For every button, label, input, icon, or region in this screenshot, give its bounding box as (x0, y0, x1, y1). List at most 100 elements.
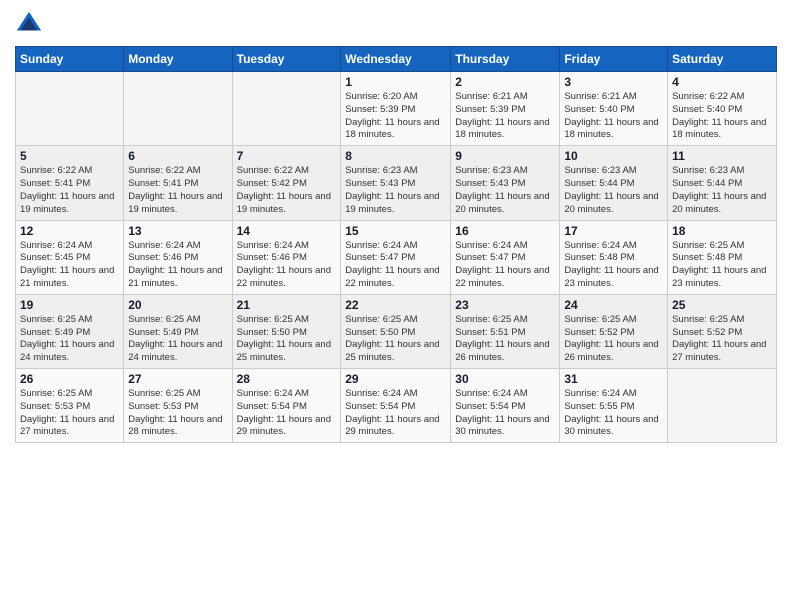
calendar-header-monday: Monday (124, 47, 232, 72)
header (15, 10, 777, 38)
calendar-cell: 25 Sunrise: 6:25 AMSunset: 5:52 PMDayligh… (668, 294, 777, 368)
calendar-cell (124, 72, 232, 146)
calendar-cell: 21 Sunrise: 6:25 AMSunset: 5:50 PMDayligh… (232, 294, 341, 368)
day-number: 9 (455, 149, 555, 163)
calendar-week-2: 5 Sunrise: 6:22 AMSunset: 5:41 PMDaylight… (16, 146, 777, 220)
day-info: Sunrise: 6:24 AMSunset: 5:48 PMDaylight:… (564, 240, 663, 291)
calendar-cell: 19Sunrise: 6:25 AMSunset: 5:49 PMDayligh… (16, 294, 124, 368)
calendar-header-friday: Friday (560, 47, 668, 72)
day-number: 26 (20, 372, 119, 386)
calendar-cell: 26 Sunrise: 6:25 AMSunset: 5:53 PMDayligh… (16, 369, 124, 443)
day-number: 3 (564, 75, 663, 89)
day-number: 2 (455, 75, 555, 89)
day-number: 28 (237, 372, 337, 386)
calendar-cell: 29Sunrise: 6:24 AMSunset: 5:54 PMDayligh… (341, 369, 451, 443)
calendar-cell: 16 Sunrise: 6:24 AMSunset: 5:47 PMDayligh… (451, 220, 560, 294)
calendar-cell: 20 Sunrise: 6:25 AMSunset: 5:49 PMDayligh… (124, 294, 232, 368)
calendar-cell: 4 Sunrise: 6:22 AMSunset: 5:40 PMDaylight… (668, 72, 777, 146)
day-info: Sunrise: 6:24 AMSunset: 5:46 PMDaylight:… (237, 240, 337, 291)
calendar-header-wednesday: Wednesday (341, 47, 451, 72)
calendar-cell: 17 Sunrise: 6:24 AMSunset: 5:48 PMDayligh… (560, 220, 668, 294)
day-info: Sunrise: 6:25 AMSunset: 5:52 PMDaylight:… (672, 314, 772, 365)
calendar-week-3: 12Sunrise: 6:24 AMSunset: 5:45 PMDayligh… (16, 220, 777, 294)
day-number: 16 (455, 224, 555, 238)
calendar-cell: 6 Sunrise: 6:22 AMSunset: 5:41 PMDaylight… (124, 146, 232, 220)
calendar-table: SundayMondayTuesdayWednesdayThursdayFrid… (15, 46, 777, 443)
calendar-cell: 2 Sunrise: 6:21 AMSunset: 5:39 PMDaylight… (451, 72, 560, 146)
calendar-cell: 3 Sunrise: 6:21 AMSunset: 5:40 PMDaylight… (560, 72, 668, 146)
calendar-cell: 12Sunrise: 6:24 AMSunset: 5:45 PMDayligh… (16, 220, 124, 294)
calendar-cell (668, 369, 777, 443)
day-number: 24 (564, 298, 663, 312)
calendar-week-5: 26 Sunrise: 6:25 AMSunset: 5:53 PMDayligh… (16, 369, 777, 443)
day-info: Sunrise: 6:23 AMSunset: 5:43 PMDaylight:… (455, 165, 555, 216)
calendar-cell: 8 Sunrise: 6:23 AMSunset: 5:43 PMDaylight… (341, 146, 451, 220)
page: SundayMondayTuesdayWednesdayThursdayFrid… (0, 0, 792, 612)
calendar-cell: 10Sunrise: 6:23 AMSunset: 5:44 PMDayligh… (560, 146, 668, 220)
day-info: Sunrise: 6:25 AMSunset: 5:50 PMDaylight:… (237, 314, 337, 365)
day-info: Sunrise: 6:25 AMSunset: 5:49 PMDaylight:… (128, 314, 227, 365)
day-info: Sunrise: 6:23 AMSunset: 5:44 PMDaylight:… (672, 165, 772, 216)
day-info: Sunrise: 6:24 AMSunset: 5:54 PMDaylight:… (345, 388, 446, 439)
day-number: 7 (237, 149, 337, 163)
calendar-cell: 31Sunrise: 6:24 AMSunset: 5:55 PMDayligh… (560, 369, 668, 443)
day-info: Sunrise: 6:25 AMSunset: 5:50 PMDaylight:… (345, 314, 446, 365)
day-info: Sunrise: 6:24 AMSunset: 5:54 PMDaylight:… (237, 388, 337, 439)
day-info: Sunrise: 6:25 AMSunset: 5:49 PMDaylight:… (20, 314, 119, 365)
day-number: 25 (672, 298, 772, 312)
day-info: Sunrise: 6:21 AMSunset: 5:40 PMDaylight:… (564, 91, 663, 142)
day-info: Sunrise: 6:25 AMSunset: 5:53 PMDaylight:… (20, 388, 119, 439)
day-number: 10 (564, 149, 663, 163)
day-number: 8 (345, 149, 446, 163)
calendar-cell: 24 Sunrise: 6:25 AMSunset: 5:52 PMDayligh… (560, 294, 668, 368)
calendar-cell: 1 Sunrise: 6:20 AMSunset: 5:39 PMDaylight… (341, 72, 451, 146)
calendar-cell: 30Sunrise: 6:24 AMSunset: 5:54 PMDayligh… (451, 369, 560, 443)
day-info: Sunrise: 6:20 AMSunset: 5:39 PMDaylight:… (345, 91, 446, 142)
day-number: 14 (237, 224, 337, 238)
calendar-cell (232, 72, 341, 146)
day-number: 27 (128, 372, 227, 386)
day-number: 1 (345, 75, 446, 89)
day-info: Sunrise: 6:22 AMSunset: 5:40 PMDaylight:… (672, 91, 772, 142)
calendar-header-saturday: Saturday (668, 47, 777, 72)
day-info: Sunrise: 6:24 AMSunset: 5:55 PMDaylight:… (564, 388, 663, 439)
day-info: Sunrise: 6:24 AMSunset: 5:46 PMDaylight:… (128, 240, 227, 291)
day-number: 23 (455, 298, 555, 312)
day-number: 15 (345, 224, 446, 238)
calendar-cell: 28 Sunrise: 6:24 AMSunset: 5:54 PMDayligh… (232, 369, 341, 443)
day-info: Sunrise: 6:24 AMSunset: 5:47 PMDaylight:… (455, 240, 555, 291)
day-number: 17 (564, 224, 663, 238)
calendar-week-4: 19Sunrise: 6:25 AMSunset: 5:49 PMDayligh… (16, 294, 777, 368)
day-number: 11 (672, 149, 772, 163)
day-info: Sunrise: 6:24 AMSunset: 5:47 PMDaylight:… (345, 240, 446, 291)
day-number: 5 (20, 149, 119, 163)
day-info: Sunrise: 6:25 AMSunset: 5:48 PMDaylight:… (672, 240, 772, 291)
day-number: 22 (345, 298, 446, 312)
day-info: Sunrise: 6:21 AMSunset: 5:39 PMDaylight:… (455, 91, 555, 142)
day-info: Sunrise: 6:24 AMSunset: 5:54 PMDaylight:… (455, 388, 555, 439)
calendar-cell: 14 Sunrise: 6:24 AMSunset: 5:46 PMDayligh… (232, 220, 341, 294)
day-number: 12 (20, 224, 119, 238)
day-number: 6 (128, 149, 227, 163)
day-info: Sunrise: 6:25 AMSunset: 5:52 PMDaylight:… (564, 314, 663, 365)
calendar-cell: 23 Sunrise: 6:25 AMSunset: 5:51 PMDayligh… (451, 294, 560, 368)
day-number: 20 (128, 298, 227, 312)
day-info: Sunrise: 6:22 AMSunset: 5:41 PMDaylight:… (20, 165, 119, 216)
calendar-cell: 13 Sunrise: 6:24 AMSunset: 5:46 PMDayligh… (124, 220, 232, 294)
day-info: Sunrise: 6:25 AMSunset: 5:51 PMDaylight:… (455, 314, 555, 365)
day-info: Sunrise: 6:22 AMSunset: 5:41 PMDaylight:… (128, 165, 227, 216)
day-number: 4 (672, 75, 772, 89)
logo-icon (15, 10, 43, 38)
calendar-cell: 5 Sunrise: 6:22 AMSunset: 5:41 PMDaylight… (16, 146, 124, 220)
calendar-header-row: SundayMondayTuesdayWednesdayThursdayFrid… (16, 47, 777, 72)
calendar-cell: 22 Sunrise: 6:25 AMSunset: 5:50 PMDayligh… (341, 294, 451, 368)
day-number: 13 (128, 224, 227, 238)
day-info: Sunrise: 6:23 AMSunset: 5:43 PMDaylight:… (345, 165, 446, 216)
logo (15, 10, 47, 38)
day-info: Sunrise: 6:22 AMSunset: 5:42 PMDaylight:… (237, 165, 337, 216)
calendar-cell: 18 Sunrise: 6:25 AMSunset: 5:48 PMDayligh… (668, 220, 777, 294)
day-number: 18 (672, 224, 772, 238)
day-number: 21 (237, 298, 337, 312)
calendar-week-1: 1 Sunrise: 6:20 AMSunset: 5:39 PMDaylight… (16, 72, 777, 146)
calendar-cell (16, 72, 124, 146)
